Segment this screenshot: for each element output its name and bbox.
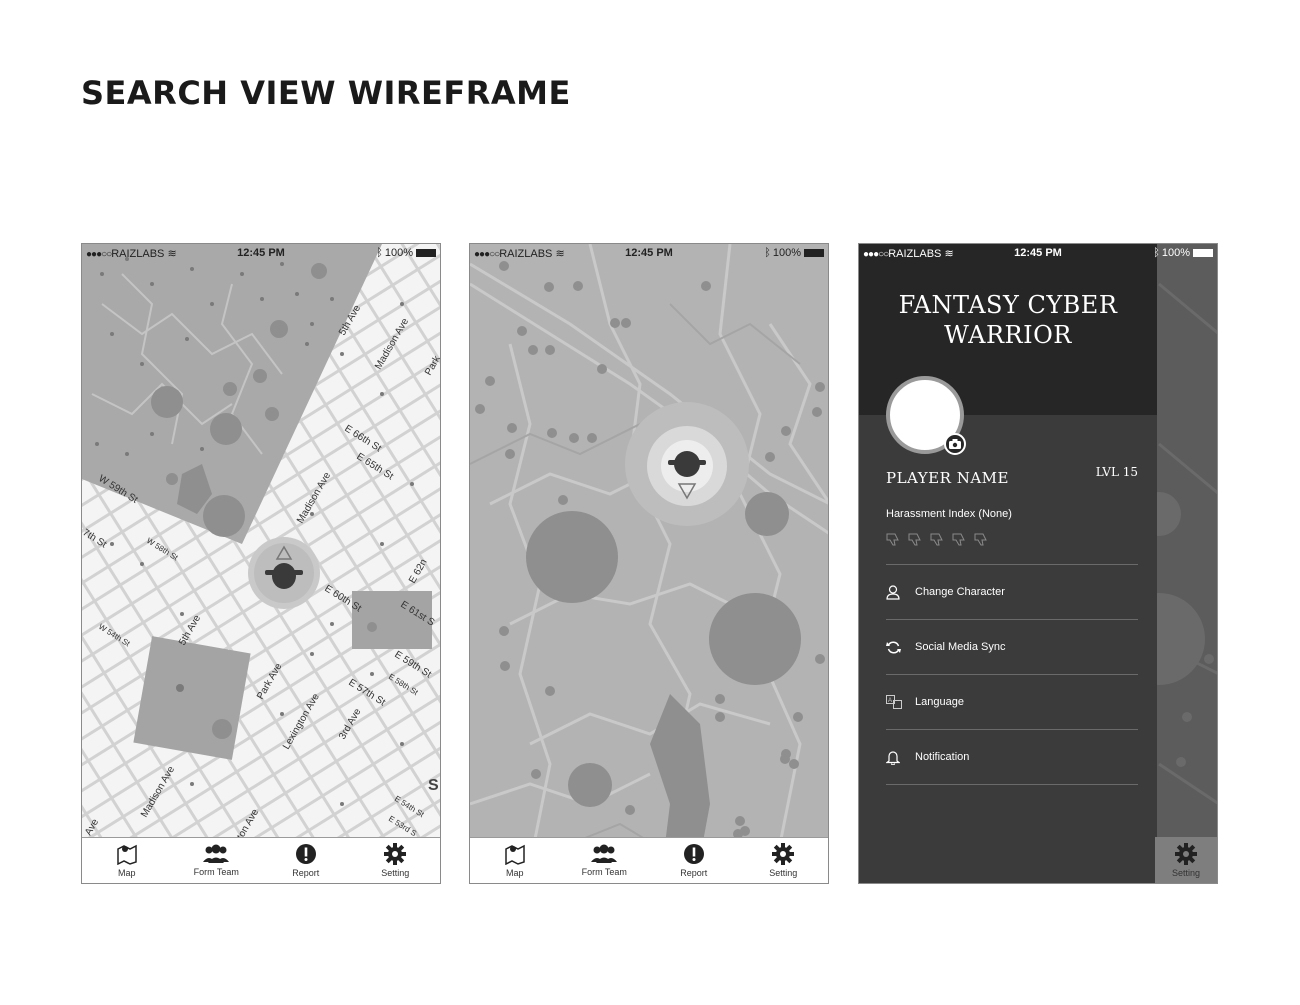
tab-map[interactable]: Map (470, 843, 560, 878)
user-icon (886, 584, 900, 600)
harassment-index-label: Harassment Index (None) (886, 508, 1012, 520)
tab-bar: Map Form Team Report Setting (82, 837, 440, 883)
battery-icon (416, 249, 436, 257)
tab-map[interactable]: Map (82, 843, 172, 878)
side-menu-drawer: FANTASY CYBER WARRIOR PLAYER NAME LVL 15… (859, 244, 1157, 883)
gear-icon (772, 843, 795, 865)
menu-item-label: Social Media Sync (915, 641, 1006, 653)
tab-setting[interactable]: Setting (351, 843, 441, 878)
camera-button[interactable] (944, 433, 966, 455)
bluetooth-icon: ᛒ (764, 247, 771, 259)
svg-text:A: A (888, 698, 892, 704)
game-title-line2: WARRIOR (944, 321, 1072, 349)
battery-percent: 100% (384, 247, 413, 259)
tab-label: Setting (769, 868, 798, 878)
tab-label: Form Team (193, 867, 239, 877)
game-title: FANTASY CYBER WARRIOR (859, 290, 1157, 350)
team-icon (591, 844, 618, 863)
map-pin-icon (117, 844, 137, 865)
menu-list: Change Character Social Media Sync A Lan… (886, 564, 1138, 785)
status-bar: ●●●○○RAIZLABS ≋ 12:45 PM ᛒ 100% (82, 244, 440, 264)
thumbs-down-icon[interactable] (974, 533, 988, 546)
terrain-map[interactable] (470, 244, 829, 884)
menu-item-label: Notification (915, 751, 970, 763)
tab-label: Setting (1171, 867, 1201, 878)
alert-icon (683, 844, 704, 864)
status-bar: ●●●○○RAIZLABS ≋ 12:45 PM ᛒ 100% (859, 244, 1217, 264)
sync-icon (886, 640, 901, 654)
player-name: PLAYER NAME (886, 469, 1009, 487)
phone-street-map: 5th Ave Madison Ave Park E 66th St E 65t… (81, 243, 441, 884)
camera-icon (949, 439, 961, 449)
tab-label: Report (680, 868, 708, 878)
harassment-rating (886, 533, 988, 546)
menu-item-change-character[interactable]: Change Character (886, 565, 1138, 620)
thumbs-down-icon[interactable] (930, 533, 944, 546)
page-title: SEARCH VIEW WIREFRAME (81, 74, 571, 112)
phone-terrain-map: ●●●○○RAIZLABS ≋ 12:45 PM ᛒ 100% Map Form … (469, 243, 829, 884)
gear-icon (384, 843, 407, 865)
bluetooth-icon: ᛒ (376, 247, 383, 259)
menu-item-notification[interactable]: Notification (886, 730, 1138, 785)
map-pin-icon (505, 844, 525, 865)
tab-setting[interactable]: Setting (1155, 837, 1217, 883)
tab-label: Form Team (581, 867, 627, 877)
thumbs-down-icon[interactable] (908, 533, 922, 546)
bluetooth-icon: ᛒ (1153, 247, 1160, 259)
game-title-line1: FANTASY CYBER (898, 291, 1118, 319)
tab-form-team[interactable]: Form Team (172, 844, 262, 877)
battery-percent: 100% (1161, 247, 1190, 259)
team-icon (203, 844, 230, 863)
menu-item-language[interactable]: A Language (886, 675, 1138, 730)
street-label: S (428, 777, 439, 794)
phone-side-menu: FANTASY CYBER WARRIOR PLAYER NAME LVL 15… (858, 243, 1218, 884)
thumbs-down-icon[interactable] (952, 533, 966, 546)
tab-form-team[interactable]: Form Team (560, 844, 650, 877)
street-map[interactable]: 5th Ave Madison Ave Park E 66th St E 65t… (82, 244, 441, 884)
bell-icon (886, 750, 900, 765)
tab-report[interactable]: Report (261, 843, 351, 878)
tab-setting[interactable]: Setting (739, 843, 829, 878)
tab-label: Map (505, 868, 524, 878)
tab-label: Setting (381, 868, 410, 878)
tab-label: Report (292, 868, 320, 878)
translate-icon: A (886, 695, 902, 709)
menu-item-social-media-sync[interactable]: Social Media Sync (886, 620, 1138, 675)
menu-item-label: Change Character (915, 586, 1005, 598)
tab-report[interactable]: Report (649, 843, 739, 878)
tab-label: Map (117, 868, 136, 878)
thumbs-down-icon[interactable] (886, 533, 900, 546)
gear-icon (1175, 842, 1197, 865)
menu-item-label: Language (915, 696, 964, 708)
tab-bar: Map Form Team Report Setting (470, 837, 828, 883)
player-level: LVL 15 (1095, 465, 1138, 479)
battery-percent: 100% (772, 247, 801, 259)
battery-icon (1193, 249, 1213, 257)
battery-icon (804, 249, 824, 257)
status-bar: ●●●○○RAIZLABS ≋ 12:45 PM ᛒ 100% (470, 244, 828, 264)
alert-icon (295, 844, 316, 864)
